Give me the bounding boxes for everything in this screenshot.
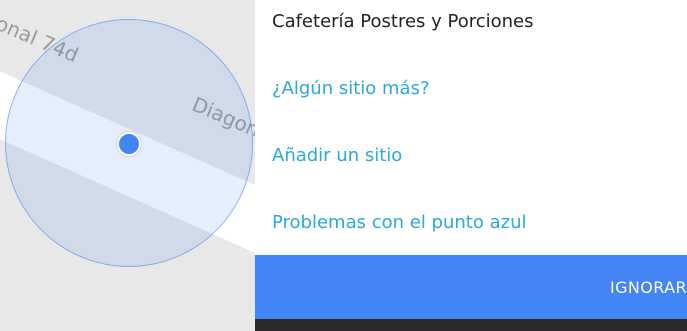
location-dot-icon (117, 132, 141, 156)
place-panel: Cafetería Postres y Porciones ¿Algún sit… (255, 0, 687, 331)
action-bar: IGNORAR (255, 255, 687, 319)
other-place-link[interactable]: ¿Algún sitio más? (272, 66, 687, 110)
ignore-button[interactable]: IGNORAR (610, 255, 687, 319)
place-title: Cafetería Postres y Porciones (272, 10, 534, 32)
blue-dot-problems-link[interactable]: Problemas con el punto azul (272, 200, 687, 244)
add-place-link[interactable]: Añadir un sitio (272, 133, 687, 177)
bottom-shadow (255, 319, 687, 331)
